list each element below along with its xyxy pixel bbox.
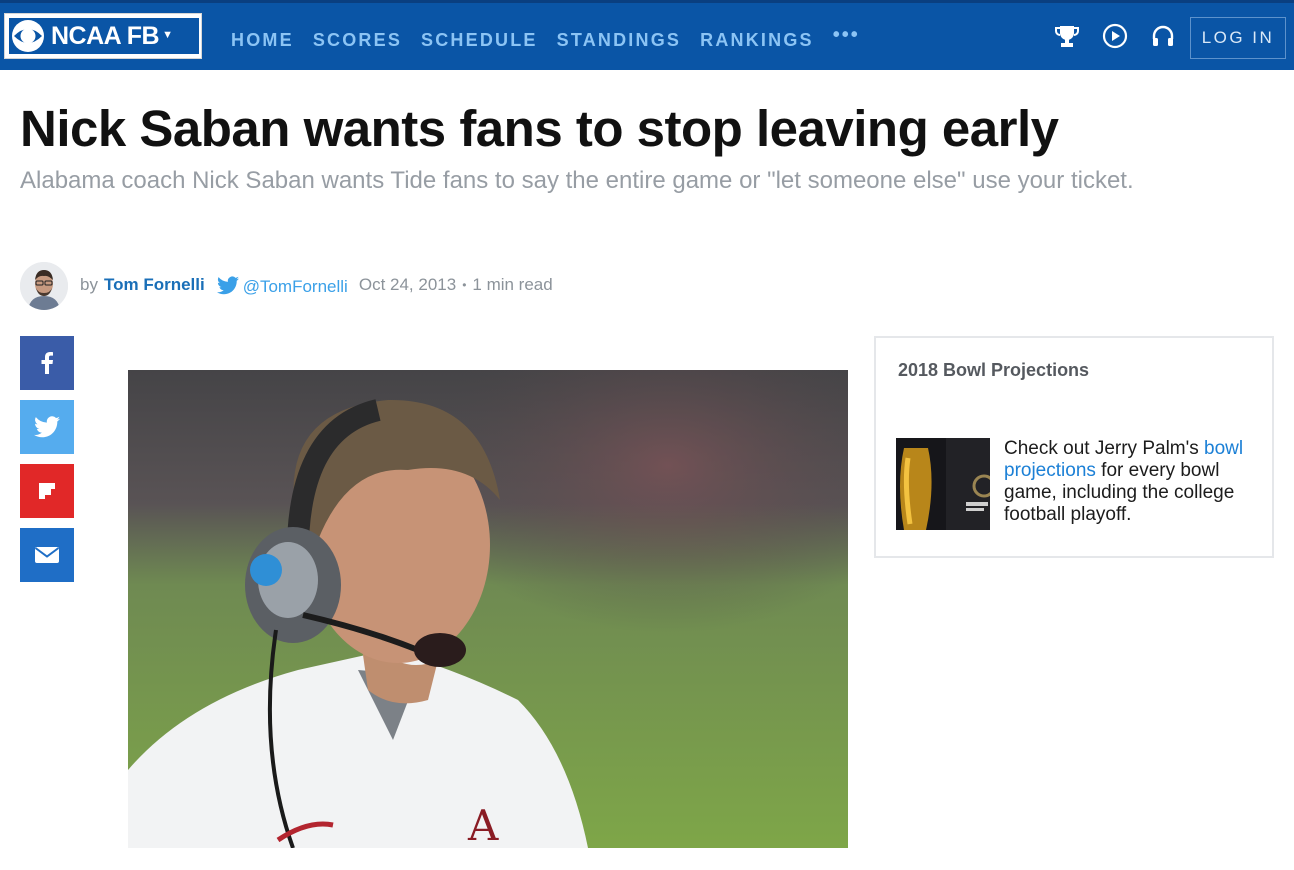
trophy-icon[interactable] [1054, 23, 1080, 49]
article-dek: Alabama coach Nick Saban wants Tide fans… [20, 167, 1134, 194]
byline-separator: • [462, 278, 467, 292]
promo-title: 2018 Bowl Projections [898, 360, 1090, 380]
more-menu-icon[interactable]: ••• [833, 24, 860, 51]
cbs-eye-icon [12, 20, 44, 52]
email-icon [34, 547, 60, 563]
nav-link-schedule[interactable]: SCHEDULE [421, 30, 538, 51]
top-nav: NCAA FB ▼ HOME SCORES SCHEDULE STANDINGS… [0, 0, 1294, 70]
publish-date: Oct 24, 2013 [358, 275, 457, 294]
logo-inner: NCAA FB ▼ [9, 18, 199, 54]
twitter-icon[interactable] [216, 275, 239, 295]
share-email-button[interactable] [20, 528, 74, 582]
promo-text: Check out Jerry Palm's bowl projections … [1004, 438, 1266, 526]
read-time: 1 min read [472, 275, 553, 294]
chevron-down-icon[interactable]: ▼ [162, 29, 173, 41]
promo-thumbnail[interactable] [896, 438, 990, 530]
logo-text: NCAA FB [51, 21, 160, 50]
article-hero-photo[interactable]: A [128, 370, 848, 848]
flipboard-icon [39, 483, 55, 499]
share-facebook-button[interactable] [20, 336, 74, 390]
headphones-icon[interactable] [1150, 23, 1176, 49]
byline: by Tom Fornelli @TomFornelli Oct 24, 201… [80, 273, 553, 297]
facebook-icon [41, 352, 53, 374]
alabama-logo: A [467, 801, 499, 848]
promo-text-before: Check out Jerry Palm's [1004, 438, 1199, 459]
nav-link-home[interactable]: HOME [231, 30, 294, 51]
trophy-photo [896, 438, 990, 530]
author-avatar[interactable] [20, 262, 68, 310]
login-button[interactable]: LOG IN [1190, 17, 1286, 59]
share-twitter-button[interactable] [20, 400, 74, 454]
bowl-projections-promo: 2018 Bowl Projections Check out Jerry Pa… [874, 336, 1274, 558]
nav-link-standings[interactable]: STANDINGS [557, 30, 681, 51]
avatar-image [20, 262, 68, 310]
twitter-icon [34, 416, 60, 438]
byline-prefix: by [80, 275, 98, 294]
share-flipboard-button[interactable] [20, 464, 74, 518]
site-logo[interactable]: NCAA FB ▼ [4, 13, 202, 59]
article-headline: Nick Saban wants fans to stop leaving ea… [20, 100, 1059, 157]
nav-link-scores[interactable]: SCORES [313, 30, 402, 51]
hero-image: A [128, 370, 848, 848]
nav-links: HOME SCORES SCHEDULE STANDINGS RANKINGS … [231, 24, 860, 51]
nav-link-rankings[interactable]: RANKINGS [700, 30, 814, 51]
author-twitter-handle[interactable]: @TomFornelli [243, 277, 348, 297]
author-link[interactable]: Tom Fornelli [104, 275, 205, 295]
play-icon[interactable] [1102, 23, 1128, 49]
